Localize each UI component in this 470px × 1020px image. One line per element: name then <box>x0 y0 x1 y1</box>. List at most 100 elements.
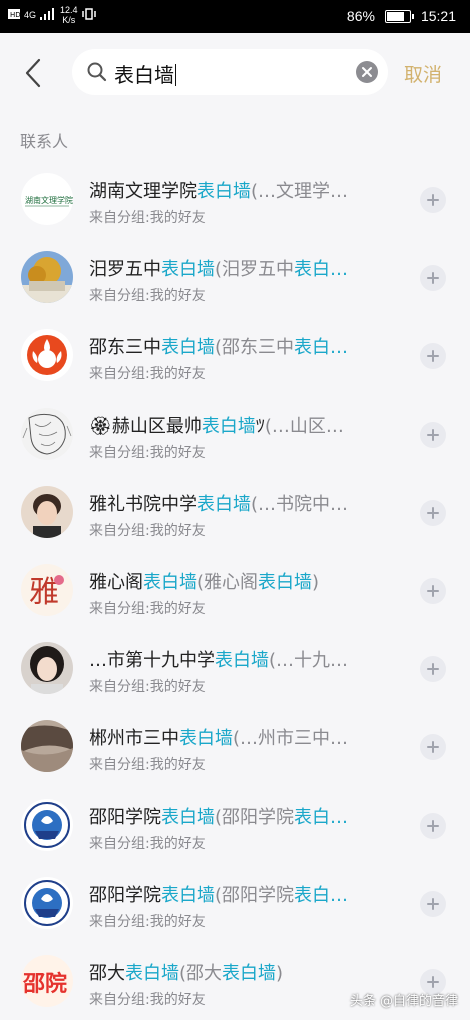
status-right: 86% 15:21 <box>347 8 456 24</box>
contact-group: 来自分组:我的好友 <box>89 991 206 1008</box>
speed-unit: K/s <box>62 15 76 25</box>
avatar: 湖南文理学院 <box>21 173 73 225</box>
contact-group: 来自分组:我的好友 <box>89 210 206 226</box>
name-segment: (…州市三中… <box>233 728 349 750</box>
plus-icon <box>427 428 439 441</box>
contact-row[interactable]: 🏵赫山区最帅表白墙ﾂ(…山区… 来自分组:我的好友 <box>0 395 470 473</box>
contact-row[interactable]: 邵阳学院表白墙(邵阳学院表白… 来自分组:我的好友 <box>0 786 470 864</box>
add-contact-button[interactable] <box>420 577 446 604</box>
contact-row[interactable]: 雅礼书院中学表白墙(…书院中… 来自分组:我的好友 <box>0 473 470 551</box>
name-segment: (雅心阁 <box>197 571 259 593</box>
name-highlight: 表白墙 <box>161 259 215 281</box>
contact-group: 来自分组:我的好友 <box>89 444 206 461</box>
status-bar: HD 4G 12.4 K/s 86% 15:21 <box>0 0 470 33</box>
add-contact-button[interactable] <box>420 187 446 213</box>
chevron-left-icon <box>25 58 41 88</box>
cancel-button[interactable]: 取消 <box>404 60 442 87</box>
plus-icon <box>427 819 439 832</box>
plus-icon <box>427 350 439 363</box>
name-segment: 邵东三中 <box>89 337 161 359</box>
name-segment: 邵阳学院 <box>89 806 161 828</box>
plus-icon <box>427 975 439 988</box>
battery-percent: 86% <box>346 8 375 24</box>
status-left: HD 4G 12.4 K/s <box>8 5 96 25</box>
contact-name: 雅礼书院中学表白墙(…书院中… <box>89 490 391 516</box>
add-contact-button[interactable] <box>420 656 446 683</box>
name-highlight: 表白… <box>294 806 349 828</box>
contact-name: …市第十九中学表白墙(…十九… <box>89 646 391 672</box>
avatar <box>21 720 73 773</box>
name-segment: 邵阳学院 <box>89 884 161 906</box>
name-highlight: 表白墙 <box>125 962 179 984</box>
contact-row[interactable]: 邵阳学院表白墙(邵阳学院表白… 来自分组:我的好友 <box>0 864 470 942</box>
add-contact-button[interactable] <box>420 421 446 448</box>
avatar <box>21 642 73 695</box>
add-contact-button[interactable] <box>420 734 446 761</box>
contact-name: 雅心阁表白墙(雅心阁表白墙) <box>89 568 391 594</box>
name-segment: 湖南文理学院 <box>89 181 197 202</box>
avatar <box>21 329 73 382</box>
contact-name: 🏵赫山区最帅表白墙ﾂ(…山区… <box>89 412 391 438</box>
name-segment: (…山区… <box>264 415 344 437</box>
add-contact-button[interactable] <box>420 499 446 526</box>
watermark: 头条 @自律的音律 <box>349 994 458 1009</box>
contact-row[interactable]: 雅雅心阁表白墙(雅心阁表白墙) 来自分组:我的好友 <box>0 551 470 629</box>
contact-name: 郴州市三中表白墙(…州市三中… <box>89 724 391 750</box>
contact-row[interactable]: 汨罗五中表白墙(汨罗五中表白… 来自分组:我的好友 <box>0 238 470 316</box>
avatar: 邵院 <box>21 954 73 1007</box>
name-segment: (邵东三中 <box>215 337 295 359</box>
search-query: 表白墙 <box>114 63 176 87</box>
name-highlight: 表白墙 <box>201 415 256 437</box>
avatar: 雅 <box>21 563 73 616</box>
contact-row[interactable]: 湖南文理学院 湖南文理学院表白墙(…文理学… 来自分组:我的好友 <box>0 160 470 238</box>
name-segment: 郴州市三中 <box>89 728 179 750</box>
contact-name: 湖南文理学院表白墙(…文理学… <box>89 177 391 203</box>
avatar <box>21 485 73 538</box>
name-segment: (邵阳学院 <box>215 806 295 828</box>
svg-text:湖南文理学院: 湖南文理学院 <box>25 195 73 205</box>
contact-group: 来自分组:我的好友 <box>89 522 206 539</box>
name-segment: …市第十九中学 <box>89 650 215 672</box>
name-segment: (邵阳学院 <box>215 884 295 906</box>
vibrate-icon <box>81 7 96 23</box>
plus-icon <box>427 272 439 285</box>
add-contact-button[interactable] <box>420 343 446 370</box>
name-segment: (邵大 <box>179 962 223 984</box>
add-contact-button[interactable] <box>420 812 446 839</box>
back-button[interactable] <box>18 53 48 93</box>
name-segment: (汨罗五中 <box>215 259 295 281</box>
network-type: 4G <box>24 10 37 20</box>
search-input[interactable]: 表白墙 <box>72 49 388 95</box>
add-contact-button[interactable] <box>420 890 446 917</box>
contact-row[interactable]: …市第十九中学表白墙(…十九… 来自分组:我的好友 <box>0 629 470 707</box>
search-header: 表白墙 取消 <box>0 33 470 113</box>
add-contact-button[interactable] <box>420 265 446 292</box>
search-icon <box>87 62 107 82</box>
plus-icon <box>427 741 439 754</box>
name-highlight: 表白墙 <box>222 962 277 984</box>
contact-group: 来自分组:我的好友 <box>89 288 206 305</box>
name-segment: (…十九… <box>269 650 349 672</box>
contact-row[interactable]: 邵东三中表白墙(邵东三中表白… 来自分组:我的好友 <box>0 316 470 394</box>
name-highlight: 表白墙 <box>161 884 215 906</box>
clear-button[interactable] <box>356 61 378 83</box>
signal-icon <box>40 7 56 23</box>
sim-icon: HD <box>8 8 21 22</box>
name-segment: 🏵赫山区最帅 <box>89 415 202 437</box>
close-icon <box>362 67 372 77</box>
contact-row[interactable]: 郴州市三中表白墙(…州市三中… 来自分组:我的好友 <box>0 707 470 785</box>
avatar <box>21 798 73 851</box>
name-highlight: 表白… <box>294 884 349 906</box>
name-segment: 雅礼书院中学 <box>89 493 197 515</box>
avatar <box>21 876 73 929</box>
svg-text:邵院: 邵院 <box>22 971 67 997</box>
name-highlight: 表白墙 <box>197 493 251 515</box>
contact-list: 湖南文理学院 湖南文理学院表白墙(…文理学… 来自分组:我的好友 汨罗五中表白墙(汨罗… <box>0 160 470 1020</box>
name-highlight: 表白墙 <box>258 571 313 593</box>
contact-name: 邵大表白墙(邵大表白墙) <box>89 959 391 985</box>
name-highlight: 表白… <box>294 337 349 359</box>
contact-name: 汨罗五中表白墙(汨罗五中表白… <box>89 255 391 281</box>
name-highlight: 表白墙 <box>215 650 269 672</box>
name-segment: (…书院中… <box>251 493 349 515</box>
plus-icon <box>427 194 439 206</box>
